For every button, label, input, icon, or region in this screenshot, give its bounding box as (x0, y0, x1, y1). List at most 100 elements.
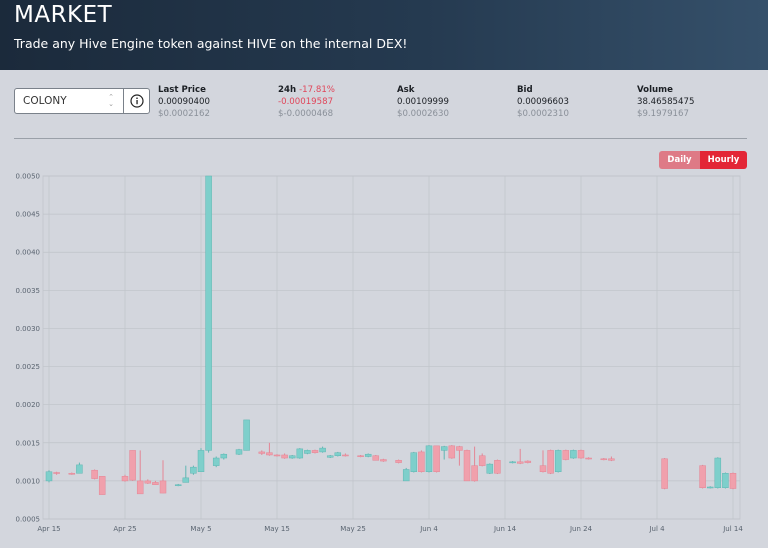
stat-label: Last Price (158, 85, 206, 95)
stat-value: 0.00096603 (517, 97, 569, 107)
y-tick-label: 0.0035 (16, 287, 41, 295)
candle-up (364, 453, 372, 457)
candle-up (190, 466, 197, 474)
y-tick-label: 0.0020 (16, 401, 41, 409)
candle-up (509, 461, 516, 464)
candle-down (600, 458, 608, 461)
stat-value: -0.00019587 (278, 97, 334, 107)
stat-label: 24h (278, 85, 297, 95)
candle-down (281, 454, 288, 459)
stat-usd: $-0.0000468 (278, 109, 334, 119)
daily-toggle-button[interactable]: Daily (659, 151, 700, 169)
chevron-down-icon: ⌄ (108, 100, 114, 108)
stat-last-price: Last Price 0.00090400 $0.0002162 (158, 84, 210, 120)
candle-down (311, 450, 319, 453)
y-tick-label: 0.0045 (16, 211, 41, 219)
x-tick-label: Jul 4 (648, 525, 665, 533)
page-title: MARKET (14, 2, 113, 28)
x-tick-label: Jul 14 (722, 525, 743, 533)
candle-down (463, 450, 471, 482)
stat-value: 0.00109999 (397, 97, 449, 107)
candle-down (91, 469, 98, 479)
candle-down (357, 455, 364, 457)
candle-down (494, 460, 501, 474)
candle-down (585, 457, 592, 460)
candle-up (570, 450, 577, 459)
stat-24h: 24h -17.81% -0.00019587 $-0.0000468 (278, 84, 335, 120)
candle-up (554, 450, 562, 472)
candle-down (539, 465, 547, 472)
candle-up (410, 452, 418, 472)
x-tick-label: Jun 14 (493, 525, 517, 533)
candle-down (144, 480, 152, 484)
candle-up (326, 455, 334, 458)
y-tick-label: 0.0025 (16, 363, 41, 371)
candle-down (448, 445, 456, 459)
candle-up (402, 469, 410, 482)
stat-value: 0.00090400 (158, 97, 210, 107)
candle-down (729, 473, 737, 489)
candle-up (45, 471, 53, 482)
page-subtitle: Trade any Hive Engine token against HIVE… (14, 36, 408, 51)
y-tick-label: 0.0040 (16, 249, 41, 257)
y-tick-label: 0.0005 (16, 516, 41, 524)
token-select[interactable]: COLONY ⌃ ⌄ (14, 88, 124, 114)
candle-down (68, 473, 76, 475)
candle-down (516, 461, 524, 464)
candle-down (372, 455, 380, 461)
candle-up (76, 464, 83, 474)
candle-up (486, 463, 494, 474)
x-tick-label: May 5 (190, 525, 211, 533)
stat-ask: Ask 0.00109999 $0.0002630 (397, 84, 449, 120)
candle-down (121, 476, 129, 482)
x-tick-label: Jun 24 (569, 525, 593, 533)
candle-up (235, 449, 243, 455)
candle-down (661, 458, 668, 489)
candle-up (220, 453, 228, 459)
chevron-up-down-icon: ⌃ ⌄ (108, 94, 114, 108)
info-icon (130, 94, 144, 108)
candle-down (433, 445, 440, 472)
price-chart[interactable]: 0.0050 0.0045 0.0040 0.0035 0.0030 0.0025 0.00… (0, 170, 768, 548)
candle-down (98, 476, 106, 495)
x-tick-label: May 25 (340, 525, 366, 533)
stat-usd: $0.0002310 (517, 109, 569, 119)
token-info-button[interactable] (123, 88, 150, 114)
candle-down (471, 465, 478, 482)
candle-down (478, 455, 486, 466)
candle-up (182, 477, 190, 483)
candle-up (212, 457, 220, 466)
y-tick-label: 0.0015 (16, 439, 41, 447)
candle-down (258, 451, 266, 454)
candle-up (304, 450, 311, 454)
candle-up (296, 448, 304, 459)
candle-down (152, 482, 159, 485)
candle-down (266, 452, 273, 456)
candle-down (418, 451, 425, 472)
y-tick-label: 0.0050 (16, 173, 41, 181)
candle-up (197, 450, 205, 472)
stat-volume: Volume 38.46585475 $9.1979167 (637, 84, 694, 120)
candle-up (706, 486, 714, 489)
candle-up (319, 447, 326, 453)
candle-down (129, 450, 136, 481)
stat-label: Volume (637, 85, 673, 95)
plot-area (42, 175, 741, 520)
candle-down (524, 460, 532, 463)
candle-up (243, 419, 250, 451)
candle-down (273, 454, 281, 457)
candle-down (159, 480, 167, 494)
candle-down (456, 446, 463, 451)
hourly-toggle-button[interactable]: Hourly (700, 151, 747, 169)
x-tick-label: Apr 15 (37, 525, 60, 533)
candle-down (53, 472, 60, 474)
stat-usd: $0.0002630 (397, 109, 449, 119)
candle-up (288, 455, 296, 459)
x-tick-label: Apr 25 (113, 525, 136, 533)
stat-usd: $9.1979167 (637, 109, 689, 119)
x-tick-label: May 15 (264, 525, 290, 533)
candle-down (136, 480, 144, 495)
stat-label: Bid (517, 85, 533, 95)
stat-value: 38.46585475 (637, 97, 695, 107)
y-tick-label: 0.0030 (16, 325, 41, 333)
